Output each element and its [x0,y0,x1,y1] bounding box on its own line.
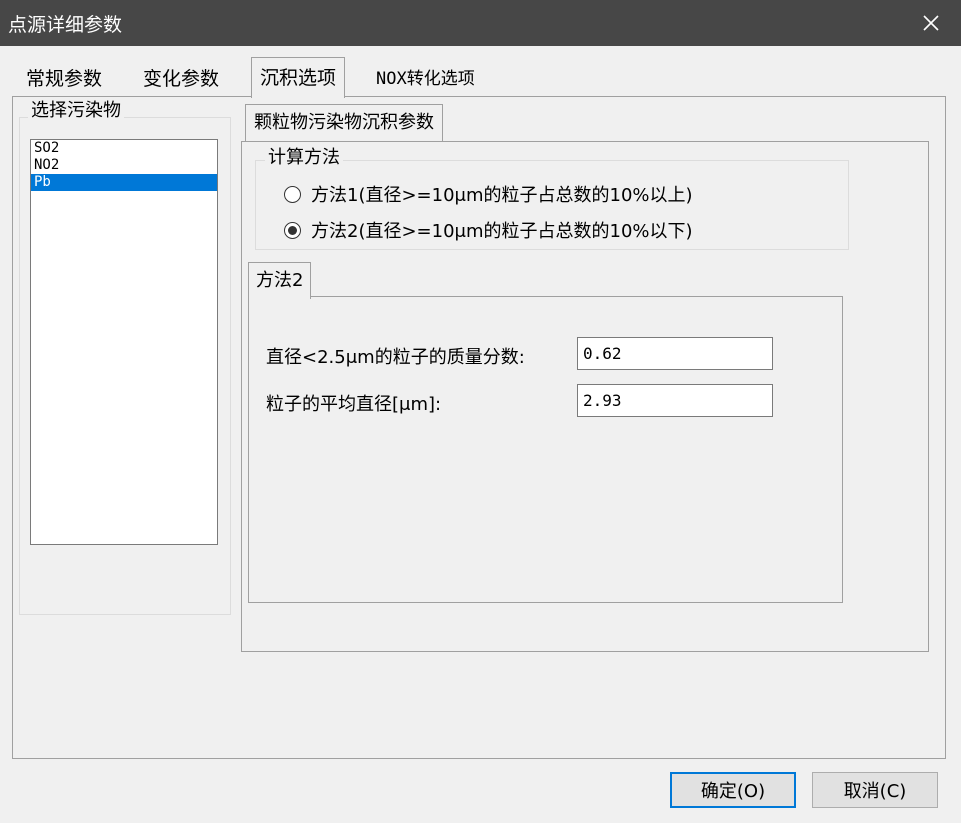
mean-diameter-input[interactable]: 2.93 [577,384,773,417]
list-item[interactable]: SO2 [31,140,217,157]
tab-variation-params[interactable]: 变化参数 [143,64,219,94]
method2-label: 方法2(直径>=10μm的粒子占总数的10%以下) [311,221,693,242]
pollutant-list[interactable]: SO2 NO2 Pb [30,139,218,545]
mass-fraction-input[interactable]: 0.62 [577,337,773,370]
list-item-selected[interactable]: Pb [31,174,217,191]
tab-nox-conversion[interactable]: NOX转化选项 [376,64,475,94]
method1-label: 方法1(直径>=10μm的粒子占总数的10%以上) [311,185,693,206]
title-bar: 点源详细参数 [0,0,961,46]
tab-particle-deposition[interactable]: 颗粒物污染物沉积参数 [245,104,443,141]
mean-diameter-label: 粒子的平均直径[μm]: [266,394,442,415]
tab-deposition-options[interactable]: 沉积选项 [251,57,346,98]
ok-button[interactable]: 确定(O) [670,772,796,808]
method1-radio[interactable]: 方法1(直径>=10μm的粒子占总数的10%以上) [284,181,693,207]
mass-fraction-label: 直径<2.5μm的粒子的质量分数: [266,347,525,368]
close-button[interactable] [901,0,961,46]
radio-checked-icon [284,221,301,239]
close-icon [923,15,939,31]
tab-method2[interactable]: 方法2 [248,262,312,299]
radio-unchecked-icon [284,185,301,203]
pollutant-group-label: 选择污染物 [28,100,124,122]
tab-general-params[interactable]: 常规参数 [26,64,102,94]
list-item[interactable]: NO2 [31,157,217,174]
window-title: 点源详细参数 [8,14,123,36]
method-group-label: 计算方法 [265,147,343,169]
cancel-button[interactable]: 取消(C) [812,772,938,808]
method2-radio[interactable]: 方法2(直径>=10μm的粒子占总数的10%以下) [284,217,693,243]
